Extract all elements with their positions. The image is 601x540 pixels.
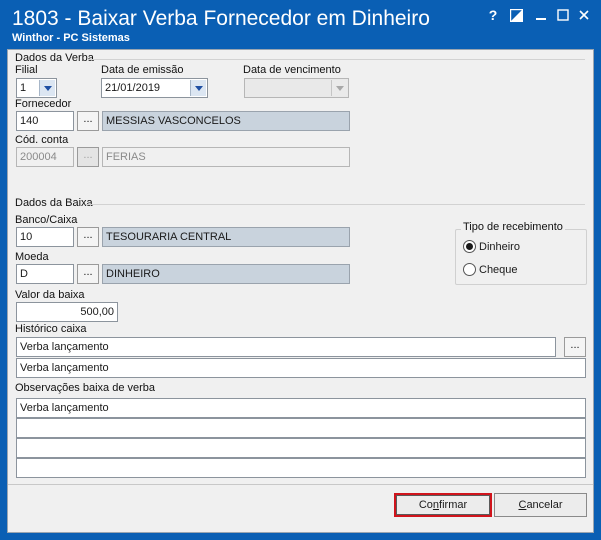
moeda-lookup-button[interactable]: ... (77, 264, 99, 284)
vencimento-date-picker (244, 78, 349, 98)
banco-lookup-button[interactable]: ... (77, 227, 99, 247)
conta-name-field: FERIAS (102, 147, 350, 167)
window-title: 1803 - Baixar Verba Fornecedor em Dinhei… (12, 7, 430, 30)
banco-name-field: TESOURARIA CENTRAL (102, 227, 350, 247)
moeda-code-input[interactable]: D (16, 264, 74, 284)
recebimento-group (455, 229, 587, 285)
emissao-date-picker[interactable]: 21/01/2019 (101, 78, 208, 98)
radio-dinheiro[interactable]: Dinheiro (463, 240, 520, 253)
emissao-value: 21/01/2019 (105, 82, 161, 94)
conta-label: Cód. conta (15, 134, 69, 146)
banco-label: Banco/Caixa (15, 214, 78, 226)
filial-value: 1 (20, 82, 27, 94)
filial-label: Filial (15, 64, 38, 76)
footer-divider (8, 484, 593, 485)
maximize-icon[interactable] (554, 6, 572, 24)
filial-select[interactable]: 1 (16, 78, 57, 98)
section-dados-verba: Dados da Verba (15, 52, 94, 64)
fornecedor-label: Fornecedor (15, 98, 72, 110)
cancel-button[interactable]: Cancelar (494, 493, 587, 517)
observacoes-line-4[interactable] (16, 458, 586, 478)
recebimento-label: Tipo de recebimento (461, 221, 565, 233)
historico-label: Histórico caixa (15, 323, 87, 335)
section-divider (86, 204, 585, 205)
radio-selected-indicator[interactable] (463, 240, 476, 253)
historico-input-1[interactable]: Verba lançamento (16, 337, 556, 357)
fornecedor-name-field: MESSIAS VASCONCELOS (102, 111, 350, 131)
observacoes-line-3[interactable] (16, 438, 586, 458)
section-divider (88, 59, 585, 60)
radio-unselected-indicator[interactable] (463, 263, 476, 276)
observacoes-line-1[interactable]: Verba lançamento (16, 398, 586, 418)
fornecedor-lookup-button[interactable]: ... (77, 111, 99, 131)
section-dados-baixa: Dados da Baixa (15, 197, 93, 209)
confirm-label-suffix: firmar (439, 499, 468, 511)
observacoes-line-2[interactable] (16, 418, 586, 438)
radio-cheque-label: Cheque (479, 263, 518, 276)
observacoes-label: Observações baixa de verba (15, 382, 156, 394)
conta-lookup-button: ... (77, 147, 99, 167)
chevron-down-icon[interactable] (190, 80, 206, 96)
confirm-button[interactable]: Co n firmar (394, 493, 492, 517)
chevron-down-icon[interactable] (39, 80, 55, 96)
minimize-icon[interactable] (532, 6, 550, 24)
radio-dinheiro-label: Dinheiro (479, 240, 520, 253)
valor-input[interactable]: 500,00 (16, 302, 118, 322)
fornecedor-code-input[interactable]: 140 (16, 111, 74, 131)
cancel-label-suffix: ancelar (526, 499, 563, 511)
app-window: 1803 - Baixar Verba Fornecedor em Dinhei… (0, 0, 601, 540)
help-icon[interactable]: ? (484, 6, 502, 24)
form-panel: Dados da Verba Filial 1 Data de emissão … (7, 49, 594, 533)
moeda-label: Moeda (15, 251, 49, 263)
emissao-label: Data de emissão (101, 64, 184, 76)
radio-cheque[interactable]: Cheque (463, 263, 518, 276)
close-icon[interactable] (575, 6, 593, 24)
historico-input-2[interactable]: Verba lançamento (16, 358, 586, 378)
chevron-down-icon (331, 80, 347, 96)
window-subtitle: Winthor - PC Sistemas (12, 32, 130, 44)
banco-code-input[interactable]: 10 (16, 227, 74, 247)
historico-lookup-button[interactable]: ... (564, 337, 586, 357)
moeda-name-field: DINHEIRO (102, 264, 350, 284)
cancel-label-key: C (518, 499, 527, 511)
layout-icon[interactable] (507, 6, 525, 24)
title-bar: 1803 - Baixar Verba Fornecedor em Dinhei… (0, 0, 601, 48)
vencimento-label: Data de vencimento (243, 64, 341, 76)
conta-code-input: 200004 (16, 147, 74, 167)
valor-label: Valor da baixa (15, 289, 85, 301)
confirm-label-prefix: Co (418, 499, 433, 511)
